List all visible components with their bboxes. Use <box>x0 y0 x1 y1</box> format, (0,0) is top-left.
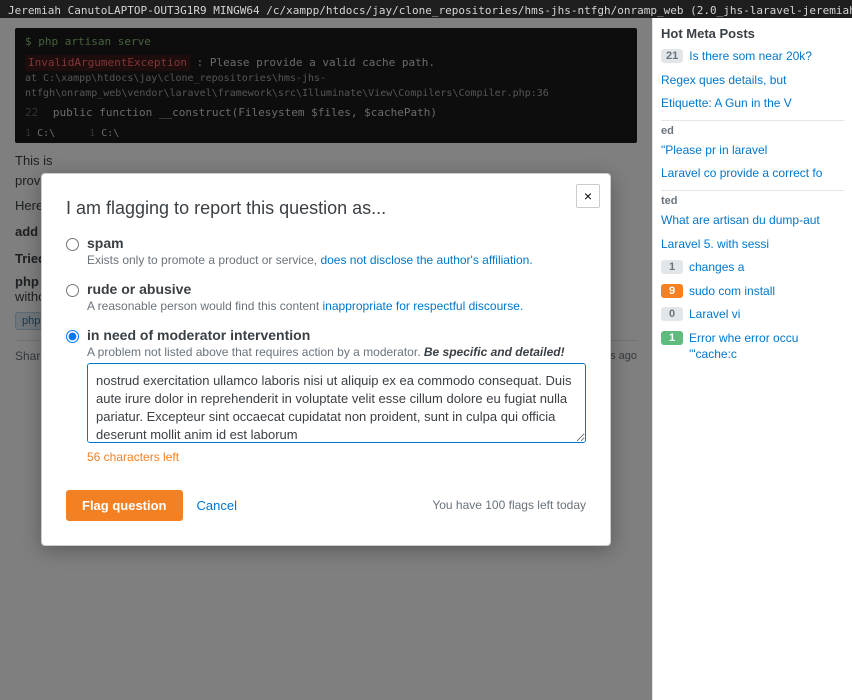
sidebar-count-10: 9 <box>661 284 683 298</box>
flag-question-button[interactable]: Flag question <box>66 490 183 521</box>
sidebar-link-10[interactable]: sudo com install <box>689 284 775 300</box>
spam-affiliation-link[interactable]: does not disclose the author's affiliati… <box>320 253 532 267</box>
sidebar-item-5: Laravel co provide a correct fo <box>661 166 844 182</box>
sidebar-item-8: Laravel 5. with sessi <box>661 237 844 253</box>
moderator-desc: A problem not listed above that requires… <box>87 345 586 359</box>
sidebar-item-12: 1 Error whe error occu '"cache:c <box>661 331 844 362</box>
cancel-button[interactable]: Cancel <box>193 494 241 517</box>
sidebar-section-ed: ed <box>661 125 844 137</box>
sidebar-link-4[interactable]: "Please pr in laravel <box>661 143 767 159</box>
sidebar-link-5[interactable]: Laravel co provide a correct fo <box>661 166 822 182</box>
sidebar-link-7[interactable]: What are artisan du dump-aut <box>661 213 820 229</box>
sidebar-link-1[interactable]: Regex ques details, but <box>661 73 786 89</box>
flag-modal: × I am flagging to report this question … <box>41 173 611 546</box>
moderator-option: in need of moderator intervention A prob… <box>66 327 586 476</box>
sidebar-item-2: Etiquette: A Gun in the V <box>661 96 844 112</box>
spam-option: spam Exists only to promote a product or… <box>66 235 586 267</box>
sidebar-count-11: 0 <box>661 307 683 321</box>
sidebar-link-8[interactable]: Laravel 5. with sessi <box>661 237 769 253</box>
flag-textarea[interactable]: nostrud exercitation ullamco laboris nis… <box>87 363 586 443</box>
sidebar-count-9: 1 <box>661 260 683 274</box>
rude-label[interactable]: rude or abusive <box>87 281 191 297</box>
sidebar-item-4: "Please pr in laravel <box>661 143 844 159</box>
modal-title: I am flagging to report this question as… <box>66 198 586 219</box>
rude-radio[interactable] <box>66 284 79 297</box>
sidebar-link-2[interactable]: Etiquette: A Gun in the V <box>661 96 792 112</box>
sidebar-link-9[interactable]: changes a <box>689 260 744 276</box>
sidebar: Hot Meta Posts 21 Is there som near 20k?… <box>652 18 852 700</box>
sidebar-item-7: What are artisan du dump-aut <box>661 213 844 229</box>
moderator-label[interactable]: in need of moderator intervention <box>87 327 310 343</box>
rude-discourse-link[interactable]: inappropriate for respectful discourse. <box>323 299 524 313</box>
sidebar-count-0: 21 <box>661 49 683 63</box>
spam-label[interactable]: spam <box>87 235 124 251</box>
sidebar-item-1: Regex ques details, but <box>661 73 844 89</box>
sidebar-item-9: 1 changes a <box>661 260 844 276</box>
sidebar-link-11[interactable]: Laravel vi <box>689 307 740 323</box>
sidebar-item-10: 9 sudo com install <box>661 284 844 300</box>
sidebar-link-0[interactable]: Is there som near 20k? <box>689 49 812 65</box>
chars-left: 56 characters left <box>87 450 586 464</box>
rude-option: rude or abusive A reasonable person woul… <box>66 281 586 313</box>
sidebar-count-12: 1 <box>661 331 683 345</box>
sidebar-link-12[interactable]: Error whe error occu '"cache:c <box>689 331 844 362</box>
modal-overlay[interactable]: × I am flagging to report this question … <box>0 18 652 700</box>
sidebar-item-0: 21 Is there som near 20k? <box>661 49 844 65</box>
sidebar-item-11: 0 Laravel vi <box>661 307 844 323</box>
flags-left: You have 100 flags left today <box>432 498 586 512</box>
content-area: $ php artisan serve InvalidArgumentExcep… <box>0 18 652 700</box>
terminal-bar: Jeremiah CanutoLAPTOP-OUT3G1R9 MINGW64 /… <box>0 0 852 18</box>
moderator-radio[interactable] <box>66 330 79 343</box>
sidebar-title: Hot Meta Posts <box>661 26 844 41</box>
spam-desc: Exists only to promote a product or serv… <box>87 253 533 267</box>
modal-close-button[interactable]: × <box>576 184 600 208</box>
spam-radio[interactable] <box>66 238 79 251</box>
modal-footer: Flag question Cancel You have 100 flags … <box>66 490 586 521</box>
rude-desc: A reasonable person would find this cont… <box>87 299 523 313</box>
sidebar-section-ted: ted <box>661 195 844 207</box>
